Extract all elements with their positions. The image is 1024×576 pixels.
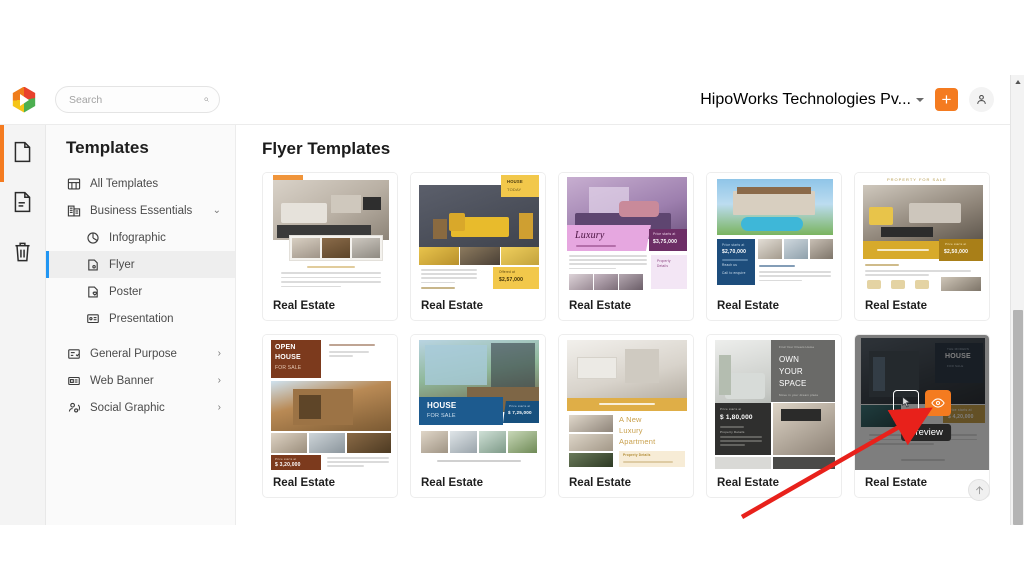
template-card[interactable]: Luxury Price starts at $3,75,000 Propert… — [558, 172, 694, 321]
template-caption: Real Estate — [717, 477, 780, 489]
sidebar-item-label: Poster — [109, 285, 143, 298]
chevron-right-icon: › — [217, 375, 221, 386]
sidebar-item-label: Web Banner — [90, 374, 154, 387]
people-icon — [66, 400, 81, 415]
main-content: Flyer Templates Real Estate HOUSE TODAY … — [236, 125, 1010, 525]
top-bar-right: HipoWorks Technologies Pv... + — [700, 87, 1010, 112]
template-thumbnail: Find Your Dream Home OWN YOUR SPACE Move… — [707, 335, 841, 470]
flyer-icon — [85, 257, 100, 272]
org-name: HipoWorks Technologies Pv... — [700, 90, 911, 108]
search-input[interactable] — [69, 93, 204, 106]
trash-icon — [15, 242, 30, 262]
sidebar-item-general-purpose[interactable]: General Purpose › — [46, 340, 235, 367]
chevron-right-icon: › — [217, 402, 221, 413]
sidebar-item-label: Flyer — [109, 258, 135, 271]
template-card[interactable]: Price starts at $2,70,000 Reach us Call … — [706, 172, 842, 321]
sidebar-item-social-graphic[interactable]: Social Graphic › — [46, 394, 235, 421]
template-card[interactable]: HOUSE FOR SALE Price starts at $ 7,25,00… — [410, 334, 546, 498]
eye-preview-icon[interactable] — [925, 389, 951, 416]
chevron-right-icon: › — [217, 348, 221, 359]
template-thumbnail: HOUSE FOR SALE Price starts at $ 7,25,00… — [411, 335, 545, 470]
sidebar-item-all-templates[interactable]: All Templates — [46, 170, 235, 197]
list-icon — [66, 346, 81, 361]
scroll-to-top-icon — [975, 485, 983, 494]
sidebar-item-flyer[interactable]: Flyer — [46, 251, 235, 278]
page-scrollbar[interactable] — [1010, 75, 1024, 525]
sidebar-item-web-banner[interactable]: Web Banner › — [46, 367, 235, 394]
template-card[interactable]: THE MODERN HOUSE FOR SALE Price starts a… — [854, 334, 990, 498]
template-thumbnail: THE MODERN HOUSE FOR SALE Price starts a… — [855, 335, 989, 470]
rail-item-trash[interactable] — [8, 237, 38, 267]
sidebar-item-infographic[interactable]: Infographic — [46, 224, 235, 251]
preview-tooltip: Preview — [901, 424, 951, 441]
scrollbar-up-arrow[interactable] — [1011, 75, 1024, 89]
sidebar-item-label: Infographic — [109, 231, 166, 244]
sidebar-item-label: General Purpose — [90, 347, 177, 360]
sidebar-item-presentation[interactable]: Presentation — [46, 305, 235, 332]
search-box[interactable] — [55, 86, 220, 113]
template-caption: Real Estate — [569, 477, 632, 489]
org-switcher[interactable]: HipoWorks Technologies Pv... — [700, 91, 924, 109]
chevron-down-icon: ⌄ — [212, 205, 221, 216]
sidebar: Templates All Templates Business Essentia… — [46, 125, 236, 525]
app-logo[interactable] — [11, 86, 37, 113]
template-caption: Real Estate — [273, 477, 336, 489]
template-thumbnail — [263, 173, 397, 293]
template-caption: Real Estate — [421, 477, 484, 489]
sidebar-nav: All Templates Business Essentials ⌄ Infogra… — [46, 170, 235, 421]
scroll-to-top-button[interactable] — [968, 479, 990, 501]
template-thumbnail: Luxury Price starts at $3,75,000 Propert… — [559, 173, 693, 293]
pie-chart-icon — [85, 230, 100, 245]
grid-templates-icon — [66, 176, 81, 191]
sidebar-item-label: Social Graphic — [90, 401, 165, 414]
top-bar: HipoWorks Technologies Pv... + — [0, 75, 1010, 125]
page-title: Flyer Templates — [262, 139, 391, 158]
template-thumbnail: Price starts at $2,70,000 Reach us Call … — [707, 173, 841, 293]
create-button[interactable]: + — [935, 88, 958, 111]
template-thumbnail: PROPERTY FOR SALE Price starts at $2,50,… — [855, 173, 989, 293]
sidebar-item-label: All Templates — [90, 177, 159, 190]
banner-icon — [66, 373, 81, 388]
user-avatar-icon — [977, 94, 986, 104]
nav-separator — [46, 332, 235, 340]
template-thumbnail: HOUSE TODAY Offered at $2,57,000 — [411, 173, 545, 293]
sidebar-item-label: Presentation — [109, 312, 174, 325]
template-caption: Real Estate — [865, 300, 928, 312]
template-caption: Real Estate — [569, 300, 632, 312]
blank-page-icon — [14, 141, 31, 163]
sidebar-item-poster[interactable]: Poster — [46, 278, 235, 305]
presentation-icon — [85, 311, 100, 326]
template-card[interactable]: PROPERTY FOR SALE Price starts at $2,50,… — [854, 172, 990, 321]
template-card[interactable]: A New Luxury Apartment Property Details … — [558, 334, 694, 498]
scrollbar-thumb[interactable] — [1013, 310, 1023, 525]
search-icon — [204, 97, 209, 102]
template-card[interactable]: Find Your Dream Home OWN YOUR SPACE Move… — [706, 334, 842, 498]
template-card[interactable]: HOUSE TODAY Offered at $2,57,000 Real Est… — [410, 172, 546, 321]
template-caption: Real Estate — [421, 300, 484, 312]
template-grid: Real Estate HOUSE TODAY Offered at $2,57… — [262, 172, 1010, 498]
sidebar-item-label: Business Essentials — [90, 204, 193, 217]
template-caption: Real Estate — [273, 300, 336, 312]
app-window: HipoWorks Technologies Pv... + — [0, 75, 1024, 525]
rail-item-new-design[interactable] — [8, 137, 38, 167]
sidebar-item-business-essentials[interactable]: Business Essentials ⌄ — [46, 197, 235, 224]
template-card[interactable]: OPEN HOUSE FOR SALE Price starts at $ 3,… — [262, 334, 398, 498]
template-card[interactable]: Real Estate — [262, 172, 398, 321]
building-icon — [66, 203, 81, 218]
avatar[interactable] — [969, 87, 994, 112]
scroll-up-arrow-icon — [1014, 80, 1021, 84]
chevron-down-icon — [916, 97, 924, 102]
sidebar-title: Templates — [66, 138, 149, 157]
poster-icon — [85, 284, 100, 299]
template-caption: Real Estate — [717, 300, 780, 312]
card-hover-overlay: Preview — [855, 335, 989, 470]
icon-rail — [0, 125, 46, 525]
template-thumbnail: OPEN HOUSE FOR SALE Price starts at $ 3,… — [263, 335, 397, 470]
template-thumbnail: A New Luxury Apartment Property Details — [559, 335, 693, 470]
cursor-arrow-icon[interactable] — [893, 389, 919, 416]
document-icon — [14, 191, 31, 213]
plus-icon: + — [941, 90, 952, 109]
rail-item-my-documents[interactable] — [8, 187, 38, 217]
